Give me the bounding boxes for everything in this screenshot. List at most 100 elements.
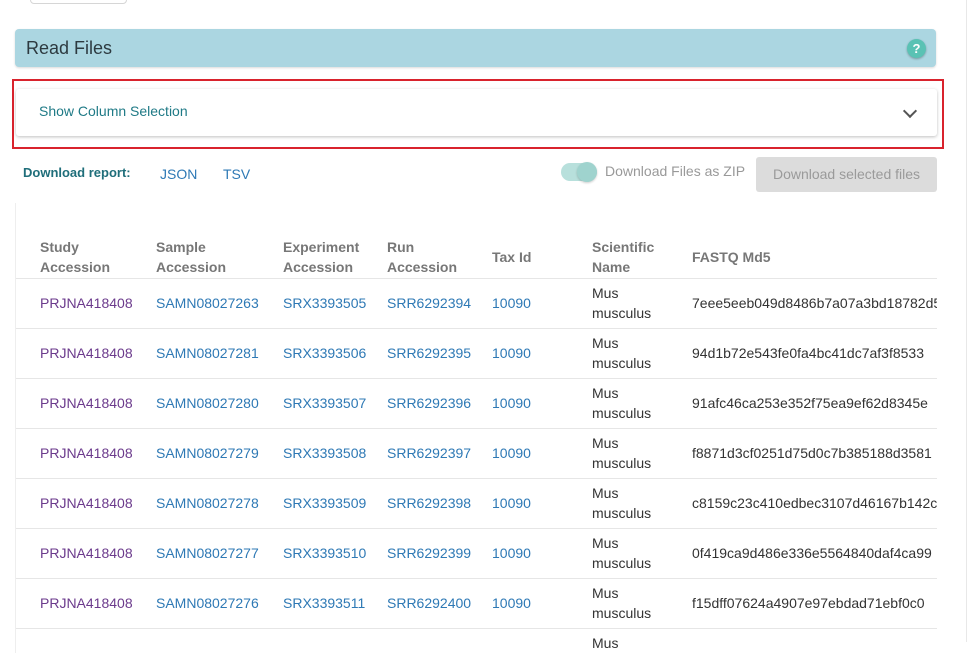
zip-toggle[interactable] — [561, 162, 597, 182]
download-selected-button[interactable]: Download selected files — [756, 157, 937, 192]
scientific-name-species: musculus — [592, 605, 652, 621]
scientific-name-genus: Mus — [592, 635, 619, 651]
header-line: Experiment — [283, 239, 360, 255]
scientific-name-genus: Mus — [592, 335, 619, 351]
tax-id-link[interactable]: 10090 — [492, 395, 531, 411]
column-selection-label: Show Column Selection — [39, 103, 188, 119]
sample-accession-link[interactable]: SAMN08027280 — [156, 395, 259, 411]
download-json-link[interactable]: JSON — [160, 166, 197, 182]
experiment-accession-link[interactable]: SRX3393506 — [283, 345, 366, 361]
header-line: Accession — [387, 259, 458, 275]
scientific-name: Mus musculus — [592, 533, 672, 573]
download-report-label: Download report: — [23, 165, 131, 180]
experiment-accession-link[interactable]: SRX3393505 — [283, 295, 366, 311]
top-button-fragment — [30, 0, 127, 4]
scientific-name-species: musculus — [592, 505, 652, 521]
experiment-accession-link[interactable]: SRX3393507 — [283, 395, 366, 411]
header-line: Tax Id — [492, 249, 532, 265]
fastq-md5: 91afc46ca253e352f75ea9ef62d8345e — [692, 395, 928, 411]
section-title: Read Files — [26, 38, 113, 58]
scientific-name-species: musculus — [592, 405, 652, 421]
scientific-name-species: musculus — [592, 305, 652, 321]
tax-id-link[interactable]: 10090 — [492, 595, 531, 611]
experiment-accession-link[interactable]: SRX3393510 — [283, 545, 366, 561]
scientific-name-genus: Mus — [592, 285, 619, 301]
scientific-name-genus: Mus — [592, 485, 619, 501]
run-accession-link[interactable]: SRR6292398 — [387, 495, 471, 511]
header-fastq-md5[interactable]: FASTQ Md5 — [692, 247, 771, 267]
sample-accession-link[interactable]: SAMN08027276 — [156, 595, 259, 611]
fastq-md5: c8159c23c410edbec3107d46167b142c — [692, 495, 937, 511]
run-accession-link[interactable]: SRR6292395 — [387, 345, 471, 361]
header-sample-accession[interactable]: Sample Accession — [156, 237, 226, 277]
fastq-md5: f8871d3cf0251d75d0c7b385188d3581 — [692, 445, 932, 461]
sample-accession-link[interactable]: SAMN08027279 — [156, 445, 259, 461]
read-files-table: Study Accession Sample Accession Experim… — [15, 203, 937, 653]
scientific-name-genus: Mus — [592, 435, 619, 451]
study-accession-link[interactable]: PRJNA418408 — [40, 495, 133, 511]
header-run-accession[interactable]: Run Accession — [387, 237, 457, 277]
header-study-accession[interactable]: Study Accession — [40, 237, 110, 277]
tax-id-link[interactable]: 10090 — [492, 345, 531, 361]
fastq-md5: 94d1b72e543fe0fa4bc41dc7af3f8533 — [692, 345, 924, 361]
tax-id-link[interactable]: 10090 — [492, 545, 531, 561]
fastq-md5: 0f419ca9d486e336e5564840daf4ca99 — [692, 545, 932, 561]
page-scrollbar-edge — [966, 0, 967, 642]
header-tax-id[interactable]: Tax Id — [492, 247, 531, 267]
study-accession-link[interactable]: PRJNA418408 — [40, 445, 133, 461]
header-line: Accession — [40, 259, 111, 275]
scientific-name-genus: Mus — [592, 585, 619, 601]
experiment-accession-link[interactable]: SRX3393508 — [283, 445, 366, 461]
tax-id-link[interactable]: 10090 — [492, 445, 531, 461]
fastq-md5: 7eee5eeb049d8486b7a07a3bd18782d5 — [692, 295, 937, 311]
header-line: Sample — [156, 239, 206, 255]
scientific-name-species: musculus — [592, 555, 652, 571]
header-line: Scientific — [592, 239, 655, 255]
study-accession-link[interactable]: PRJNA418408 — [40, 595, 133, 611]
table-row: PRJNA418408 SAMN08027277 SRX3393510 SRR6292… — [16, 528, 937, 579]
scientific-name: Mus musculus — [592, 583, 672, 623]
run-accession-link[interactable]: SRR6292397 — [387, 445, 471, 461]
run-accession-link[interactable]: SRR6292400 — [387, 595, 471, 611]
sample-accession-link[interactable]: SAMN08027278 — [156, 495, 259, 511]
experiment-accession-link[interactable]: SRX3393511 — [283, 595, 365, 611]
experiment-accession-link[interactable]: SRX3393509 — [283, 495, 366, 511]
study-accession-link[interactable]: PRJNA418408 — [40, 545, 133, 561]
table-row: PRJNA418408 SAMN08027263 SRX3393505 SRR6292… — [16, 278, 937, 329]
sample-accession-link[interactable]: SAMN08027277 — [156, 545, 259, 561]
header-experiment-accession[interactable]: Experiment Accession — [283, 237, 359, 277]
question-mark-icon[interactable]: ? — [907, 39, 926, 58]
header-line: Accession — [156, 259, 227, 275]
tax-id-link[interactable]: 10090 — [492, 495, 531, 511]
tax-id-link[interactable]: 10090 — [492, 295, 531, 311]
header-line: Name — [592, 259, 631, 275]
zip-toggle-knob — [577, 162, 597, 182]
run-accession-link[interactable]: SRR6292396 — [387, 395, 471, 411]
sample-accession-link[interactable]: SAMN08027281 — [156, 345, 259, 361]
column-selection-toggle[interactable]: Show Column Selection — [16, 89, 937, 136]
scientific-name-species: musculus — [592, 455, 652, 471]
study-accession-link[interactable]: PRJNA418408 — [40, 395, 133, 411]
header-scientific-name[interactable]: Scientific Name — [592, 237, 654, 277]
table-row: PRJNA418408 SAMN08027279 SRX3393508 SRR6292… — [16, 428, 937, 479]
scientific-name-genus: Mus — [592, 535, 619, 551]
header-line: Run — [387, 239, 415, 255]
header-line: Accession — [283, 259, 354, 275]
table-row: PRJNA418408 SAMN08027280 SRX3393507 SRR6292… — [16, 378, 937, 429]
study-accession-link[interactable]: PRJNA418408 — [40, 345, 133, 361]
sample-accession-link[interactable]: SAMN08027263 — [156, 295, 259, 311]
run-accession-link[interactable]: SRR6292394 — [387, 295, 471, 311]
table-row: PRJNA418408 SAMN08027281 SRX3393506 SRR6292… — [16, 328, 937, 379]
scientific-name-species: musculus — [592, 355, 652, 371]
scientific-name: Mus musculus — [592, 283, 672, 323]
table-row: PRJNA418408 SAMN08027278 SRX3393509 SRR6292… — [16, 478, 937, 529]
table-row: PRJNA418408 SAMN08027276 SRX3393511 SRR6292… — [16, 578, 937, 629]
download-tsv-link[interactable]: TSV — [223, 166, 250, 182]
run-accession-link[interactable]: SRR6292399 — [387, 545, 471, 561]
scientific-name: Mus — [592, 633, 672, 653]
study-accession-link[interactable]: PRJNA418408 — [40, 295, 133, 311]
table-row: Mus — [16, 628, 937, 653]
zip-toggle-label: Download Files as ZIP — [605, 163, 746, 179]
scientific-name: Mus musculus — [592, 483, 672, 523]
scientific-name: Mus musculus — [592, 433, 672, 473]
